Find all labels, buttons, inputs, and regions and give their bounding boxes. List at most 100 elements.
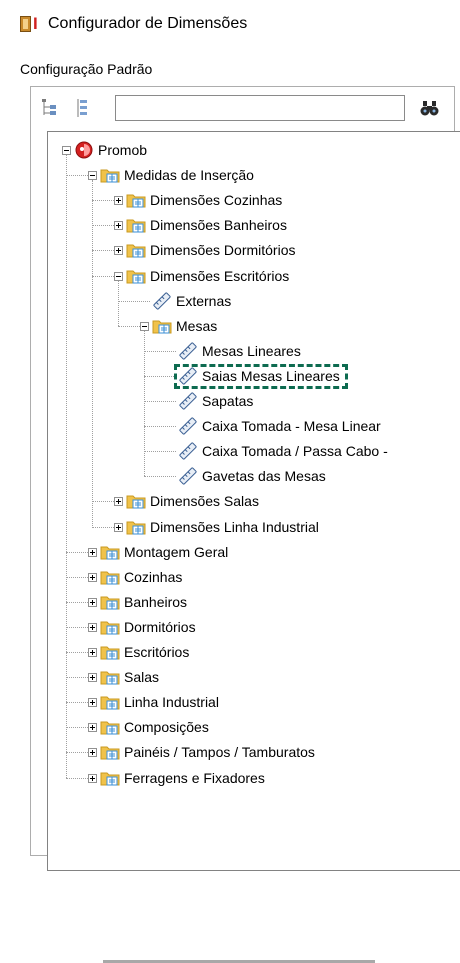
configuration-name: Configuração Padrão <box>20 61 153 77</box>
tree-node-sapatas[interactable]: Sapatas <box>202 392 253 410</box>
tree-connector-line <box>66 576 88 578</box>
tree-connector-line <box>66 652 88 653</box>
folder-icon <box>126 267 146 285</box>
tree-node-paineis-tampos-tamburatos[interactable]: Painéis / Tampos / Tamburatos <box>124 743 315 761</box>
tree-node-caixa-tomada-passa-cabo[interactable]: Caixa Tomada / Passa Cabo - <box>202 442 388 460</box>
tree-node-banheiros[interactable]: Banheiros <box>124 593 187 611</box>
tree-connector-line <box>118 325 140 327</box>
window-title: Configurador de Dimensões <box>48 15 248 32</box>
expand-tree-icon[interactable] <box>73 97 91 119</box>
measure-ruler-icon <box>178 442 198 460</box>
tree-node-dimensoes-banheiros[interactable]: Dimensões Banheiros <box>150 216 287 234</box>
expand-node-icon[interactable] <box>88 622 97 632</box>
collapse-node-icon[interactable] <box>140 321 149 331</box>
folder-icon <box>126 191 146 209</box>
folder-icon <box>100 568 120 586</box>
collapse-tree-icon[interactable] <box>41 97 59 119</box>
expand-node-icon[interactable] <box>114 497 123 507</box>
expand-node-icon[interactable] <box>88 723 97 733</box>
tree-connector-line <box>92 180 93 527</box>
tree-connector-line <box>66 702 88 704</box>
expand-node-icon[interactable] <box>88 572 97 582</box>
collapse-node-icon[interactable] <box>62 146 71 155</box>
folder-icon <box>100 769 120 787</box>
binoculars-icon[interactable] <box>419 98 441 118</box>
window-title-bar: I Configurador de Dimensões <box>20 12 247 36</box>
tree-node-dimensoes-cozinhas[interactable]: Dimensões Cozinhas <box>150 191 282 209</box>
measure-ruler-icon <box>178 392 198 410</box>
tree-node-salas[interactable]: Salas <box>124 668 159 686</box>
expand-node-icon[interactable] <box>88 547 97 557</box>
expand-node-icon[interactable] <box>88 748 97 758</box>
expand-node-icon[interactable] <box>88 773 97 783</box>
tree-node-dimensoes-dormitorios[interactable]: Dimensões Dormitórios <box>150 241 295 259</box>
tree-node-mesas-lineares[interactable]: Mesas Lineares <box>202 342 301 360</box>
measure-ruler-icon <box>178 342 198 360</box>
folder-icon <box>100 668 120 686</box>
folder-icon <box>100 618 120 636</box>
tree-connector-line <box>118 300 150 302</box>
tree-node-medidas-de-insercao[interactable]: Medidas de Inserção <box>124 166 254 184</box>
expand-node-icon[interactable] <box>88 648 97 657</box>
tree-connector-line <box>66 752 88 754</box>
expand-node-icon[interactable] <box>114 522 123 532</box>
tree-connector-line <box>66 175 88 177</box>
dimension-configurator-icon: I <box>20 14 42 34</box>
folder-icon <box>100 593 120 611</box>
tree-node-mesas[interactable]: Mesas <box>176 317 217 335</box>
tree-node-dimensoes-escritorios[interactable]: Dimensões Escritórios <box>150 267 289 285</box>
tree-connector-line <box>92 501 114 503</box>
toolbar <box>31 87 454 131</box>
search-input[interactable] <box>115 95 405 121</box>
configuration-panel: Promob Medidas de Inserção Dimensões Cozin… <box>30 86 460 963</box>
folder-icon <box>100 166 120 184</box>
folder-icon <box>126 518 146 536</box>
tree-connector-line <box>92 250 114 252</box>
tree-node-ferragens-e-fixadores[interactable]: Ferragens e Fixadores <box>124 769 265 787</box>
tree-node-montagem-geral[interactable]: Montagem Geral <box>124 543 228 561</box>
tree-connector-line <box>144 476 176 478</box>
tree-node-externas[interactable]: Externas <box>176 292 231 310</box>
tree-node-escritorios[interactable]: Escritórios <box>124 643 189 661</box>
tree-connector-line <box>92 200 114 202</box>
expand-node-icon[interactable] <box>114 196 123 206</box>
tree-node-gavetas-das-mesas[interactable]: Gavetas das Mesas <box>202 467 326 485</box>
tree-connector-line <box>118 280 119 326</box>
tree-connector-line <box>144 330 145 477</box>
expand-node-icon[interactable] <box>88 673 97 683</box>
tree-connector-line <box>66 155 67 778</box>
tree-node-cozinhas[interactable]: Cozinhas <box>124 568 182 586</box>
expand-node-icon[interactable] <box>114 246 123 256</box>
tree-node-composicoes[interactable]: Composições <box>124 718 209 736</box>
collapse-node-icon[interactable] <box>88 171 97 181</box>
tree-node-linha-industrial[interactable]: Linha Industrial <box>124 693 219 711</box>
tree-connector-line <box>92 526 114 528</box>
tree-connector-line <box>66 677 88 679</box>
folder-icon <box>100 693 120 711</box>
folder-icon <box>152 317 172 335</box>
tree-node-dimensoes-linha-industrial[interactable]: Dimensões Linha Industrial <box>150 518 319 536</box>
tree-connector-line <box>66 626 88 628</box>
tree-node-dimensoes-salas[interactable]: Dimensões Salas <box>150 492 259 510</box>
collapse-node-icon[interactable] <box>114 271 123 281</box>
tree-connector-line <box>92 275 114 277</box>
tree-connector-line <box>144 375 176 377</box>
tree-connector-line <box>66 777 88 779</box>
folder-icon <box>100 743 120 761</box>
tree-node-dormitorios[interactable]: Dormitórios <box>124 618 196 636</box>
folder-icon <box>126 216 146 234</box>
tree-connector-line <box>144 426 176 428</box>
expand-node-icon[interactable] <box>88 698 97 708</box>
expand-node-icon[interactable] <box>88 597 97 607</box>
tree-view[interactable]: Promob Medidas de Inserção Dimensões Cozin… <box>47 131 460 963</box>
promob-root-icon <box>74 140 94 159</box>
folder-icon <box>100 543 120 561</box>
tree-connector-line <box>66 727 88 729</box>
measure-ruler-icon <box>178 417 198 435</box>
expand-node-icon[interactable] <box>114 221 123 231</box>
tree-node-caixa-tomada-mesa-linear[interactable]: Caixa Tomada - Mesa Linear <box>202 417 381 435</box>
tree-connector-line <box>144 350 176 352</box>
tree-connector-line <box>66 551 88 553</box>
tree-node-promob[interactable]: Promob <box>98 141 147 159</box>
folder-icon <box>100 718 120 736</box>
